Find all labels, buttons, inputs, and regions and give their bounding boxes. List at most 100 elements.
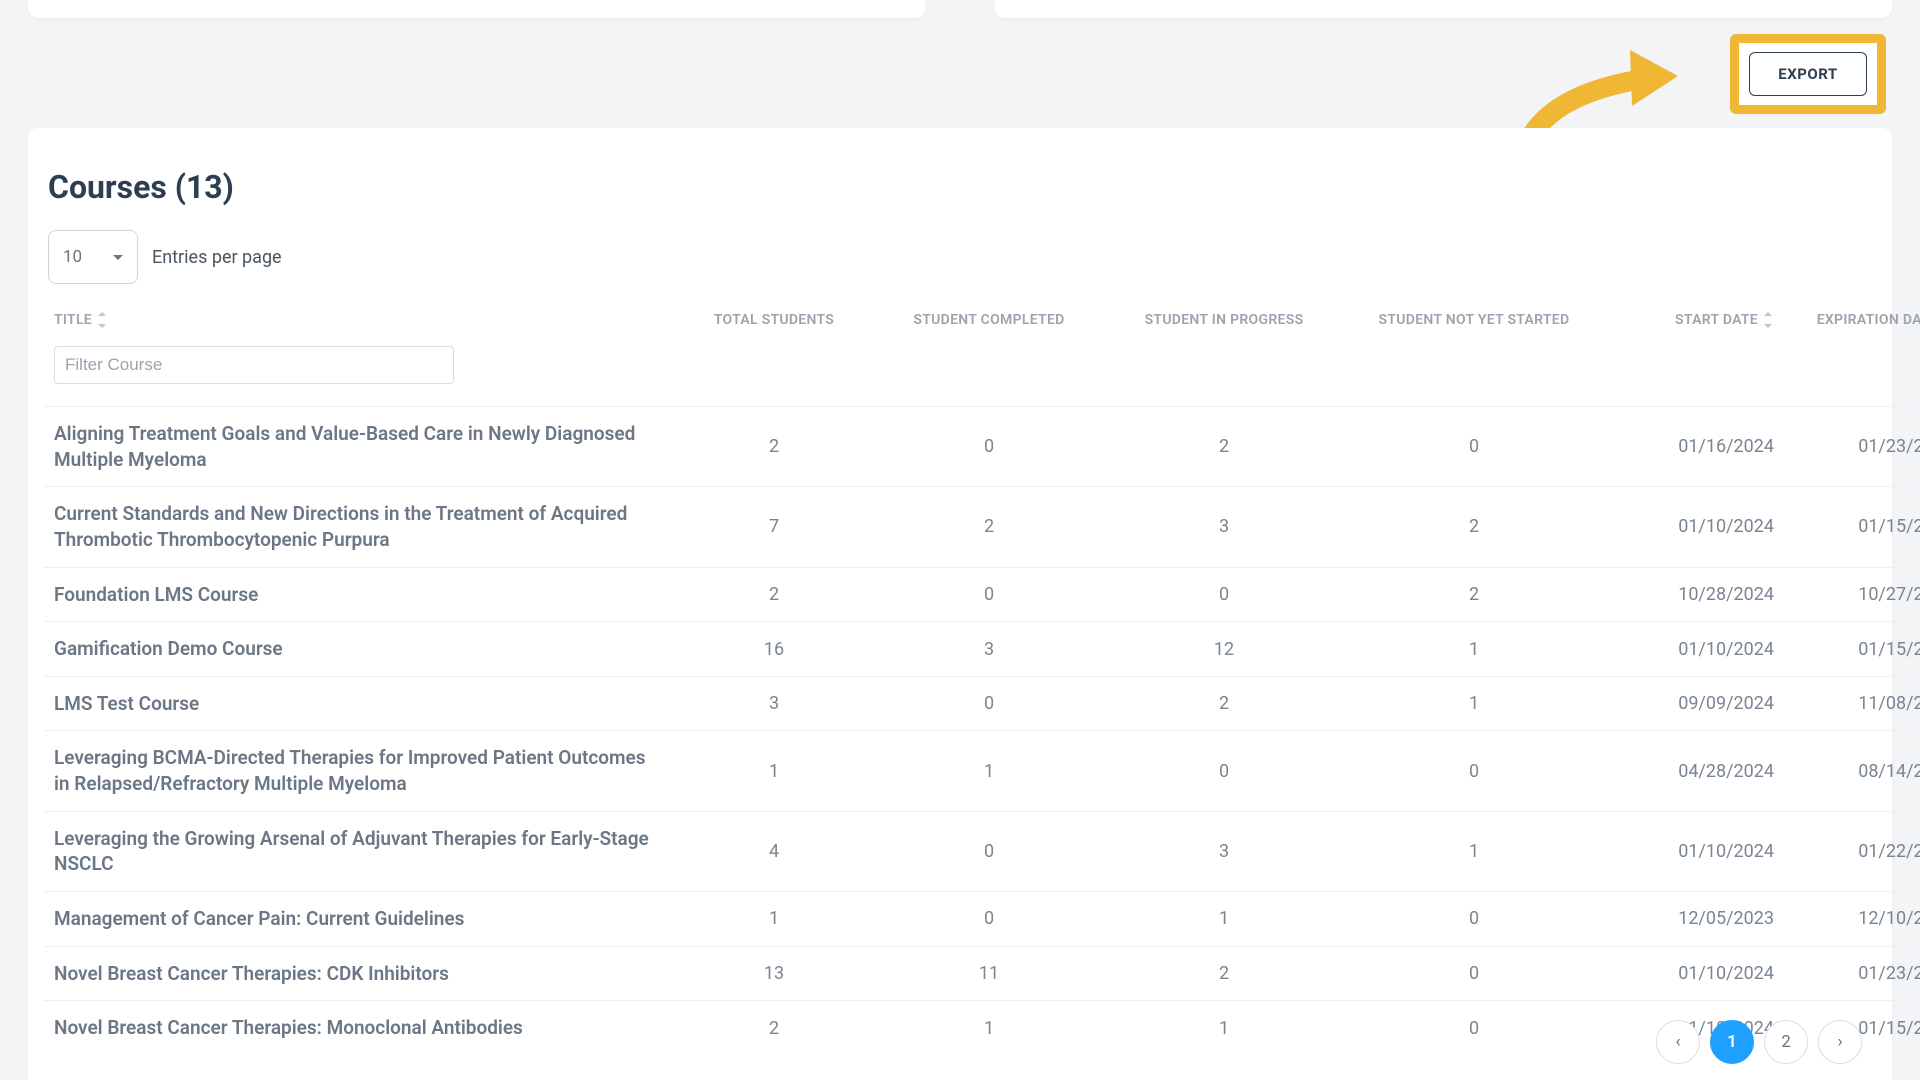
pagination: ‹ 12 ›	[1656, 1020, 1862, 1064]
export-highlight-box: EXPORT	[1730, 34, 1886, 114]
row-title: Leveraging BCMA-Directed Therapies for I…	[44, 731, 674, 811]
row-start: 01/16/2024	[1604, 407, 1784, 487]
row-notstarted: 0	[1344, 1001, 1604, 1055]
row-inprogress: 1	[1104, 892, 1344, 947]
courses-panel: Courses (13) 10 Entries per page TITLE T…	[28, 128, 1892, 1080]
row-start: 12/05/2023	[1604, 892, 1784, 947]
row-notstarted: 0	[1344, 407, 1604, 487]
page-title: Courses (13)	[48, 168, 1872, 206]
row-inprogress: 2	[1104, 676, 1344, 731]
entries-per-page-select[interactable]: 10	[48, 230, 138, 284]
row-completed: 0	[874, 892, 1104, 947]
col-header-total: TOTAL STUDENTS	[674, 304, 874, 342]
row-notstarted: 1	[1344, 676, 1604, 731]
row-completed: 0	[874, 407, 1104, 487]
page-next-button[interactable]: ›	[1818, 1020, 1862, 1064]
export-button[interactable]: EXPORT	[1749, 52, 1867, 96]
row-notstarted: 0	[1344, 892, 1604, 947]
row-completed: 0	[874, 811, 1104, 891]
row-title: Novel Breast Cancer Therapies: Monoclona…	[44, 1001, 674, 1055]
filter-row	[44, 342, 1920, 407]
row-expiration: 08/14/2024	[1784, 731, 1920, 811]
row-start: 10/28/2024	[1604, 567, 1784, 622]
row-title: Management of Cancer Pain: Current Guide…	[44, 892, 674, 947]
row-total: 1	[674, 731, 874, 811]
courses-table: TITLE TOTAL STUDENTS STUDENT COMPLETED S…	[44, 304, 1920, 1055]
table-row[interactable]: Aligning Treatment Goals and Value-Based…	[44, 407, 1920, 487]
row-total: 4	[674, 811, 874, 891]
row-completed: 1	[874, 731, 1104, 811]
col-header-start[interactable]: START DATE	[1604, 304, 1784, 342]
row-expiration: 01/15/2025	[1784, 622, 1920, 677]
col-header-title[interactable]: TITLE	[44, 304, 674, 342]
row-expiration: 11/08/2024	[1784, 676, 1920, 731]
page-prev-button[interactable]: ‹	[1656, 1020, 1700, 1064]
row-completed: 11	[874, 946, 1104, 1001]
row-notstarted: 0	[1344, 946, 1604, 1001]
row-total: 1	[674, 892, 874, 947]
entries-value: 10	[63, 247, 82, 267]
row-notstarted: 1	[1344, 622, 1604, 677]
col-header-inprogress: STUDENT IN PROGRESS	[1104, 304, 1344, 342]
row-inprogress: 2	[1104, 946, 1344, 1001]
row-inprogress: 3	[1104, 811, 1344, 891]
table-row[interactable]: Novel Breast Cancer Therapies: CDK Inhib…	[44, 946, 1920, 1001]
row-total: 3	[674, 676, 874, 731]
row-inprogress: 1	[1104, 1001, 1344, 1055]
row-notstarted: 0	[1344, 731, 1604, 811]
row-expiration: 01/15/2025	[1784, 487, 1920, 567]
row-expiration: 10/27/2025	[1784, 567, 1920, 622]
table-row[interactable]: Management of Cancer Pain: Current Guide…	[44, 892, 1920, 947]
col-header-notstarted: STUDENT NOT YET STARTED	[1344, 304, 1604, 342]
entries-per-page-label: Entries per page	[152, 247, 282, 268]
row-inprogress: 0	[1104, 731, 1344, 811]
row-inprogress: 2	[1104, 407, 1344, 487]
row-total: 16	[674, 622, 874, 677]
table-row[interactable]: Foundation LMS Course200210/28/202410/27…	[44, 567, 1920, 622]
row-title: Novel Breast Cancer Therapies: CDK Inhib…	[44, 946, 674, 1001]
row-title: LMS Test Course	[44, 676, 674, 731]
row-total: 7	[674, 487, 874, 567]
row-total: 2	[674, 567, 874, 622]
page-number-button[interactable]: 2	[1764, 1020, 1808, 1064]
row-completed: 1	[874, 1001, 1104, 1055]
table-row[interactable]: Gamification Demo Course16312101/10/2024…	[44, 622, 1920, 677]
top-partial-cards	[0, 0, 1920, 18]
row-title: Foundation LMS Course	[44, 567, 674, 622]
row-notstarted: 1	[1344, 811, 1604, 891]
row-completed: 0	[874, 567, 1104, 622]
table-row[interactable]: Leveraging the Growing Arsenal of Adjuva…	[44, 811, 1920, 891]
row-inprogress: 0	[1104, 567, 1344, 622]
col-header-completed: STUDENT COMPLETED	[874, 304, 1104, 342]
col-header-expiration[interactable]: EXPIRATION DATE	[1784, 304, 1920, 342]
row-completed: 0	[874, 676, 1104, 731]
row-expiration: 01/22/2025	[1784, 811, 1920, 891]
filter-course-input[interactable]	[54, 346, 454, 384]
row-notstarted: 2	[1344, 487, 1604, 567]
table-row[interactable]: LMS Test Course302109/09/202411/08/2024	[44, 676, 1920, 731]
row-expiration: 01/23/2025	[1784, 946, 1920, 1001]
row-start: 01/10/2024	[1604, 487, 1784, 567]
row-title: Leveraging the Growing Arsenal of Adjuva…	[44, 811, 674, 891]
table-header-row: TITLE TOTAL STUDENTS STUDENT COMPLETED S…	[44, 304, 1920, 342]
table-row[interactable]: Leveraging BCMA-Directed Therapies for I…	[44, 731, 1920, 811]
page-number-button[interactable]: 1	[1710, 1020, 1754, 1064]
table-row[interactable]: Current Standards and New Directions in …	[44, 487, 1920, 567]
row-completed: 3	[874, 622, 1104, 677]
chevron-down-icon	[113, 255, 123, 260]
row-title: Gamification Demo Course	[44, 622, 674, 677]
row-start: 04/28/2024	[1604, 731, 1784, 811]
table-row[interactable]: Novel Breast Cancer Therapies: Monoclona…	[44, 1001, 1920, 1055]
row-notstarted: 2	[1344, 567, 1604, 622]
sort-icon	[98, 314, 108, 326]
sort-icon	[1764, 314, 1774, 326]
row-completed: 2	[874, 487, 1104, 567]
row-inprogress: 3	[1104, 487, 1344, 567]
row-inprogress: 12	[1104, 622, 1344, 677]
row-start: 09/09/2024	[1604, 676, 1784, 731]
row-start: 01/10/2024	[1604, 946, 1784, 1001]
row-title: Current Standards and New Directions in …	[44, 487, 674, 567]
row-total: 2	[674, 407, 874, 487]
row-start: 01/10/2024	[1604, 622, 1784, 677]
row-expiration: 01/23/2025	[1784, 407, 1920, 487]
